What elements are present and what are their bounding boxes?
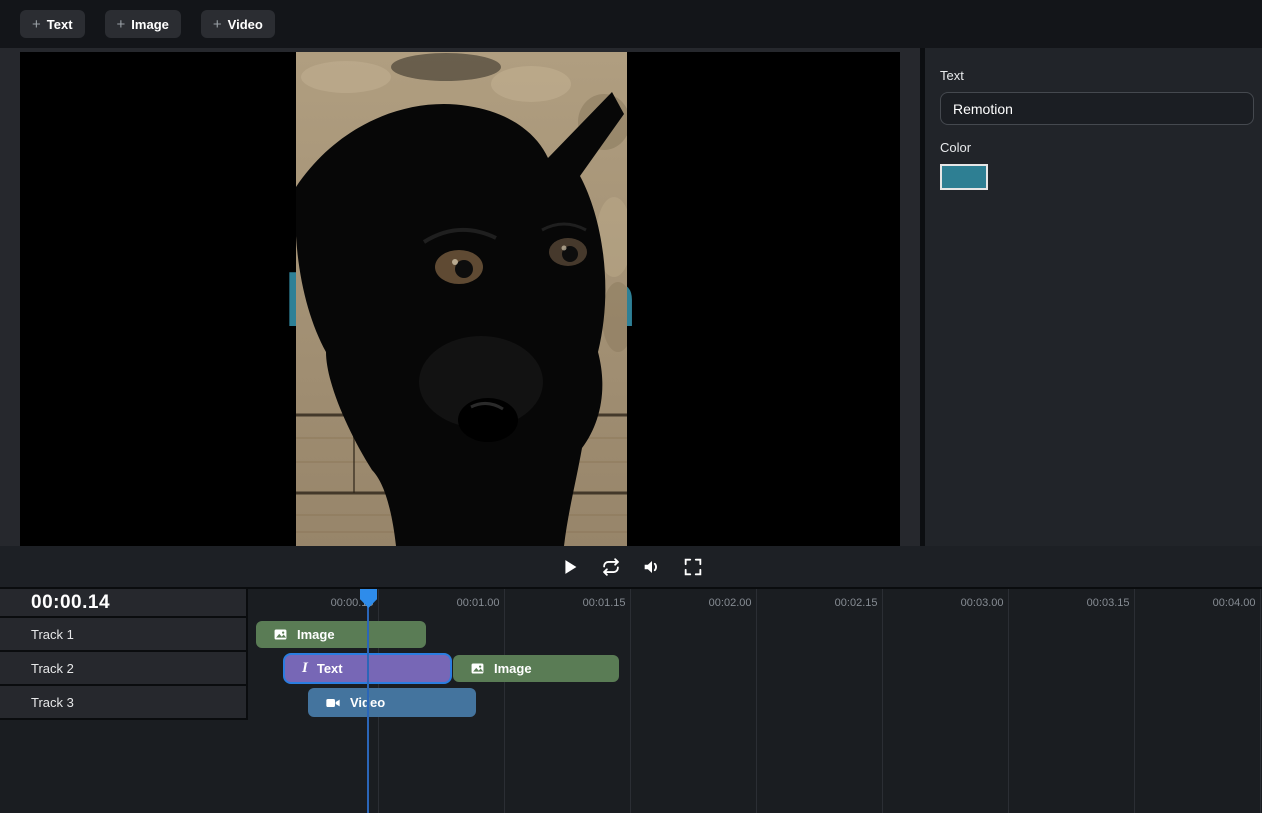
plus-icon: + <box>213 17 222 32</box>
clip-label: Text <box>317 661 343 676</box>
ruler-gridline <box>1134 589 1135 813</box>
play-button[interactable] <box>558 555 582 579</box>
text-input[interactable] <box>940 92 1254 125</box>
image-icon <box>273 627 288 642</box>
timecode-display: 00:00.14 <box>0 589 246 618</box>
ruler-tick-label: 00:01.15 <box>536 589 626 618</box>
image-icon <box>470 661 485 676</box>
clip-label: Image <box>494 661 532 676</box>
preview-canvas: Remotion <box>20 52 900 546</box>
track-header-1: Track 1 <box>0 618 246 652</box>
ruler-gridline <box>1008 589 1009 813</box>
toolbar: +Text +Image +Video <box>0 0 1262 48</box>
timeline-tracks-area[interactable]: 00:00.1500:01.0000:01.1500:02.0000:02.15… <box>248 589 1262 813</box>
clip-label: Image <box>297 627 335 642</box>
ruler-gridline <box>882 589 883 813</box>
ruler-tick-label: 00:03.00 <box>914 589 1004 618</box>
ruler-tick-label: 00:01.00 <box>410 589 500 618</box>
color-field-label: Color <box>940 140 1254 155</box>
ruler-gridline <box>504 589 505 813</box>
text-italic-icon: I <box>302 661 308 676</box>
plus-icon: + <box>32 17 41 32</box>
image-clip[interactable]: Image <box>256 621 426 648</box>
dog-photo <box>296 52 627 546</box>
main-area: Remotion <box>0 48 1262 546</box>
ruler-tick-label: 00:02.00 <box>662 589 752 618</box>
playhead-line <box>367 589 369 813</box>
volume-button[interactable] <box>640 555 664 579</box>
timeline-header-column: 00:00.14 Track 1Track 2Track 3 <box>0 589 248 720</box>
track-header-2: Track 2 <box>0 652 246 686</box>
ruler-gridline <box>630 589 631 813</box>
inspector-panel: Text Color <box>925 48 1262 546</box>
track-header-3: Track 3 <box>0 686 246 720</box>
play-icon <box>559 556 581 578</box>
video-clip[interactable]: Video <box>308 688 476 717</box>
ruler-tick-label: 00:04.00 <box>1166 589 1256 618</box>
text-field-label: Text <box>940 68 1254 83</box>
add-image-button[interactable]: +Image <box>105 10 181 38</box>
loop-icon <box>600 556 622 578</box>
fullscreen-button[interactable] <box>681 555 705 579</box>
plus-icon: + <box>117 17 126 32</box>
color-swatch[interactable] <box>940 164 988 190</box>
add-text-button[interactable]: +Text <box>20 10 85 38</box>
ruler-tick-label: 00:02.15 <box>788 589 878 618</box>
timeline: 00:00.14 Track 1Track 2Track 3 00:00.150… <box>0 587 1262 813</box>
add-video-button[interactable]: +Video <box>201 10 275 38</box>
ruler-gridline <box>1260 589 1261 813</box>
video-camera-icon <box>325 695 341 711</box>
preview-area: Remotion <box>0 48 920 546</box>
image-clip[interactable]: Image <box>453 655 619 682</box>
volume-icon <box>641 556 663 578</box>
transport-bar <box>0 546 1262 587</box>
ruler-gridline <box>756 589 757 813</box>
ruler-tick-label: 00:03.15 <box>1040 589 1130 618</box>
fullscreen-icon <box>682 556 704 578</box>
loop-button[interactable] <box>599 555 623 579</box>
